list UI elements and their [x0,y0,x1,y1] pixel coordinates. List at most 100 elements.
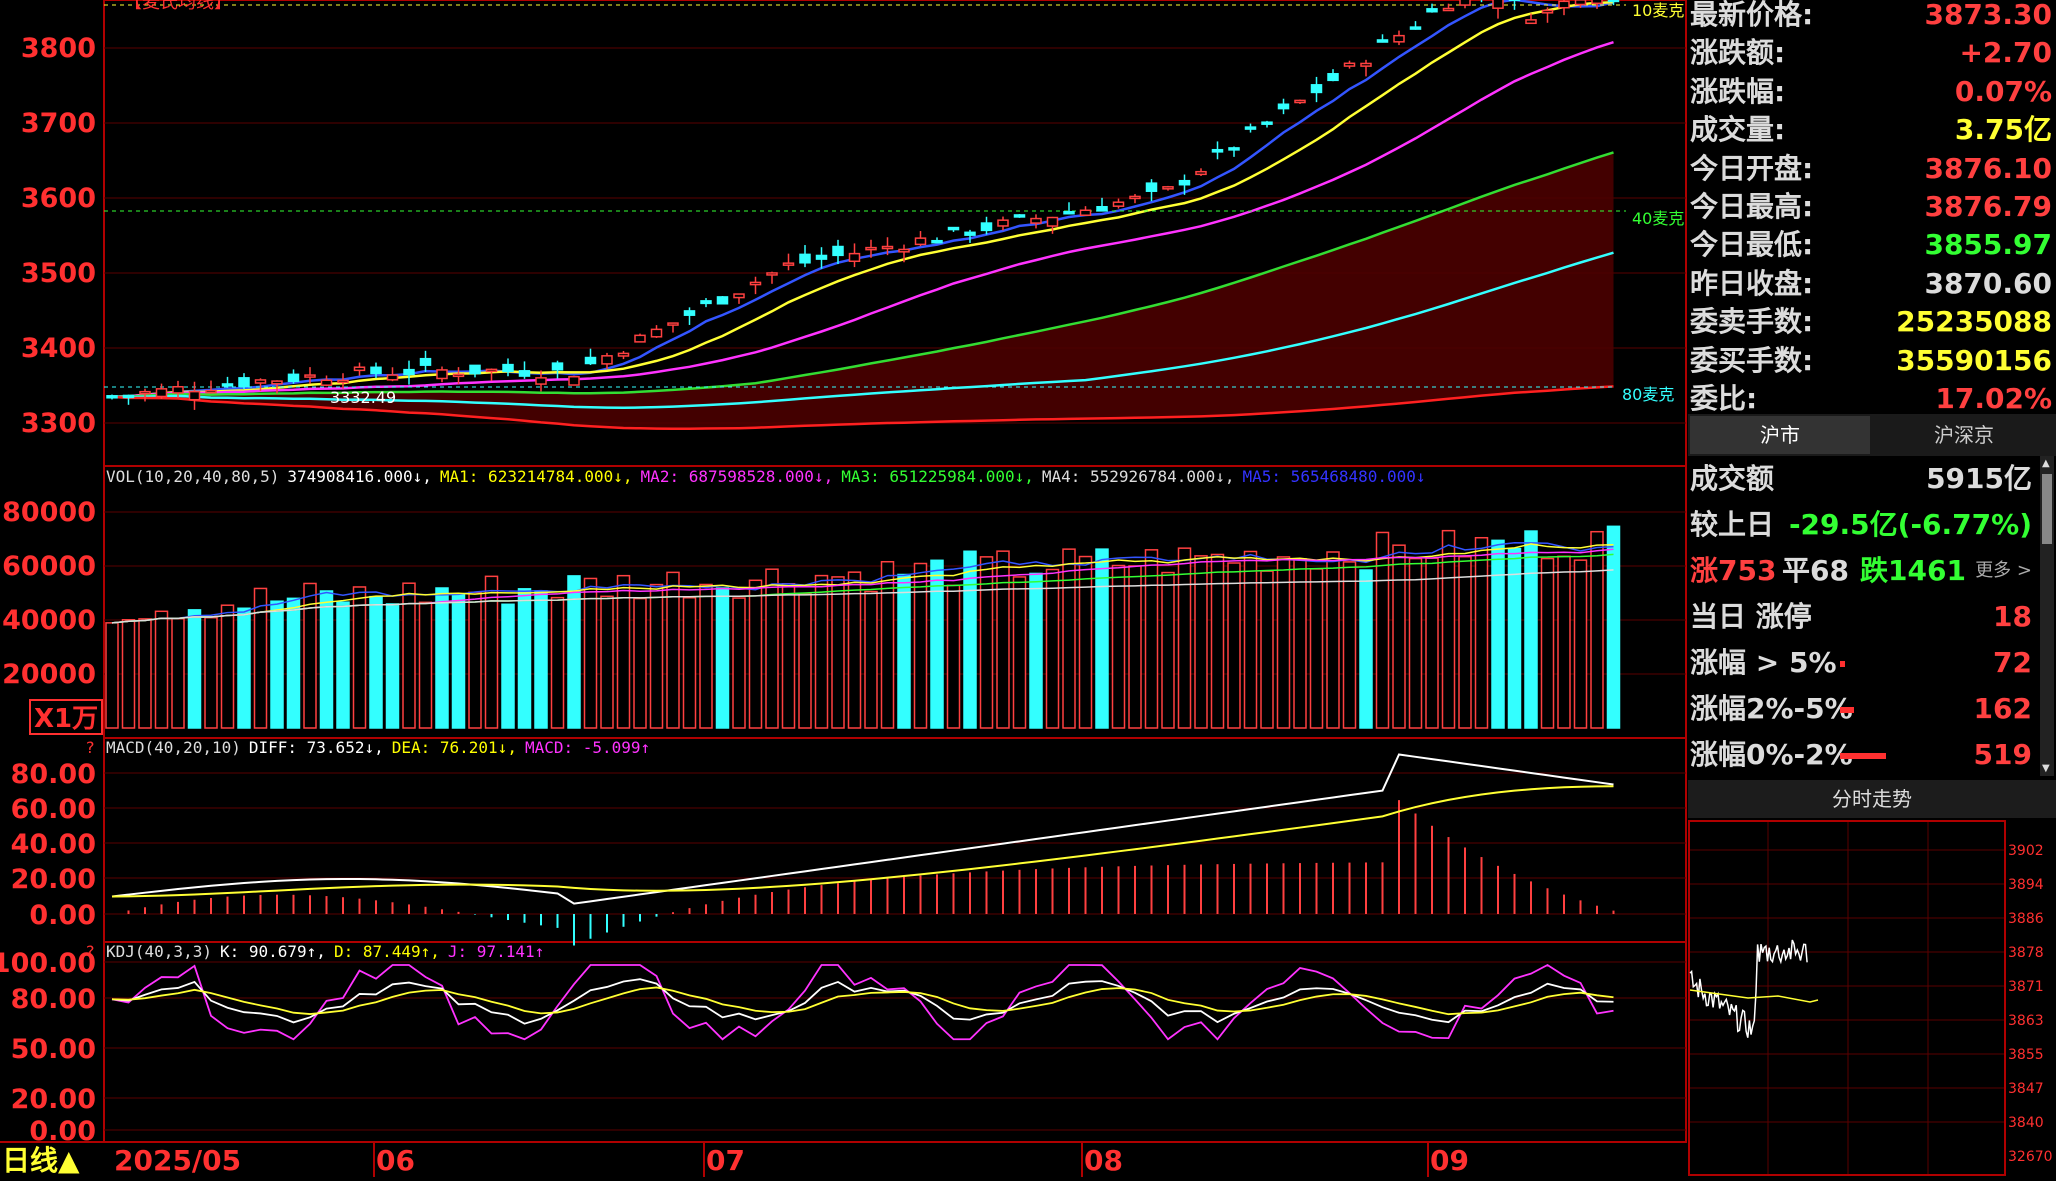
kline-chart-svg[interactable]: 【麦氏均线】 3800 3700 3600 3500 3400 3300 10麦… [0,0,1688,1177]
tab-shanghai-shenzhen-beijing[interactable]: 沪深京 [1874,416,2054,454]
candle[interactable] [1345,61,1355,69]
volume-bar[interactable] [1294,559,1306,728]
volume-bar[interactable] [915,563,927,728]
candle[interactable] [652,325,662,338]
volume-bar[interactable] [1542,559,1554,728]
intraday-chart[interactable]: 3902389438863878387138633855384738403267… [1688,820,2056,1177]
volume-bar[interactable] [1228,563,1240,728]
volume-bar[interactable] [370,597,382,728]
candle[interactable] [569,376,579,385]
volume-bar[interactable] [1327,552,1339,728]
candle[interactable] [454,367,464,384]
volume-bar[interactable] [1063,549,1075,728]
candle[interactable] [503,358,513,376]
volume-bar[interactable] [981,557,993,728]
volume-bar[interactable] [1525,531,1537,728]
volume-bar[interactable] [849,572,861,728]
volume-bar[interactable] [106,623,118,728]
scroll-down-icon[interactable]: ▼ [2042,763,2050,774]
volume-bar[interactable] [255,588,267,728]
volume-bar[interactable] [519,589,531,728]
volume-bar[interactable] [882,562,894,728]
candle[interactable] [998,217,1008,231]
candle[interactable] [685,307,695,325]
candle[interactable] [1130,194,1140,203]
volume-bar[interactable] [865,592,877,728]
volume-bar[interactable] [1096,549,1108,728]
candle[interactable] [751,277,761,294]
volume-bar[interactable] [601,596,613,728]
more-link[interactable]: 更多 > [1975,548,2032,594]
volume-bar[interactable] [783,584,795,728]
scroll-up-icon[interactable]: ▲ [2042,458,2050,469]
candle[interactable] [619,351,629,359]
candle[interactable] [487,368,497,380]
volume-bar[interactable] [189,610,201,728]
volume-bar[interactable] [1608,526,1620,728]
volume-bar[interactable] [1459,557,1471,728]
volume-bar[interactable] [948,585,960,728]
volume-bar[interactable] [766,569,778,728]
volume-bar[interactable] [1344,562,1356,728]
kline-chart-area[interactable]: 【麦氏均线】 3800 3700 3600 3500 3400 3300 10麦… [0,0,1688,1177]
volume-bar[interactable] [1311,569,1323,728]
candle[interactable] [767,272,777,284]
candle[interactable] [635,334,645,342]
volume-bar[interactable] [997,551,1009,728]
candle[interactable] [1196,168,1206,176]
candle[interactable] [520,361,530,378]
volume-bar[interactable] [1080,557,1092,728]
volume-bar[interactable] [502,604,514,728]
candle[interactable] [1559,0,1569,15]
candle[interactable] [718,296,728,304]
volume-bar[interactable] [1162,573,1174,728]
candle[interactable] [239,373,249,389]
volume-bar[interactable] [1113,566,1125,728]
volume-bar[interactable] [205,618,217,728]
volume-bar[interactable] [1492,540,1504,728]
candle[interactable] [586,349,596,365]
candle[interactable] [668,323,678,333]
candle[interactable] [1295,99,1305,103]
period-button[interactable]: 日线▲ [2,1144,80,1177]
volume-bar[interactable] [667,572,679,728]
scroll-thumb[interactable] [2042,474,2052,544]
candle[interactable] [784,254,794,271]
volume-bar[interactable] [684,598,696,728]
candle[interactable] [421,351,431,372]
candle[interactable] [982,217,992,235]
candle[interactable] [1411,21,1421,30]
candle[interactable] [1394,31,1404,45]
volume-bar[interactable] [1558,556,1570,728]
candle[interactable] [916,231,926,246]
candle[interactable] [470,365,480,377]
candle[interactable] [553,361,563,379]
volume-bar[interactable] [1360,570,1372,728]
volume-bar[interactable] [1014,577,1026,728]
volume-bar[interactable] [1443,531,1455,728]
volume-bar[interactable] [733,598,745,728]
volume-bar[interactable] [1129,566,1141,728]
candle[interactable] [1097,198,1107,211]
candle[interactable] [1328,69,1338,81]
volume-bar[interactable] [238,608,250,728]
volume-bar[interactable] [123,620,135,728]
candle[interactable] [190,382,200,410]
candle[interactable] [1312,77,1322,102]
volume-bar[interactable] [1245,551,1257,728]
volume-bar[interactable] [139,619,151,728]
volume-bar[interactable] [651,585,663,728]
candle[interactable] [1262,121,1272,128]
candle[interactable] [1114,199,1124,209]
volume-bar[interactable] [1426,558,1438,728]
volume-bar[interactable] [354,587,366,728]
volume-bar[interactable] [1591,532,1603,728]
kdj-help-icon[interactable]: ? [86,942,95,961]
volume-bar[interactable] [585,578,597,728]
volume-bar[interactable] [832,577,844,728]
volume-bar[interactable] [898,575,910,728]
candle[interactable] [289,369,299,383]
candle[interactable] [1378,34,1388,42]
volume-bar[interactable] [1393,545,1405,728]
volume-bar[interactable] [436,588,448,728]
